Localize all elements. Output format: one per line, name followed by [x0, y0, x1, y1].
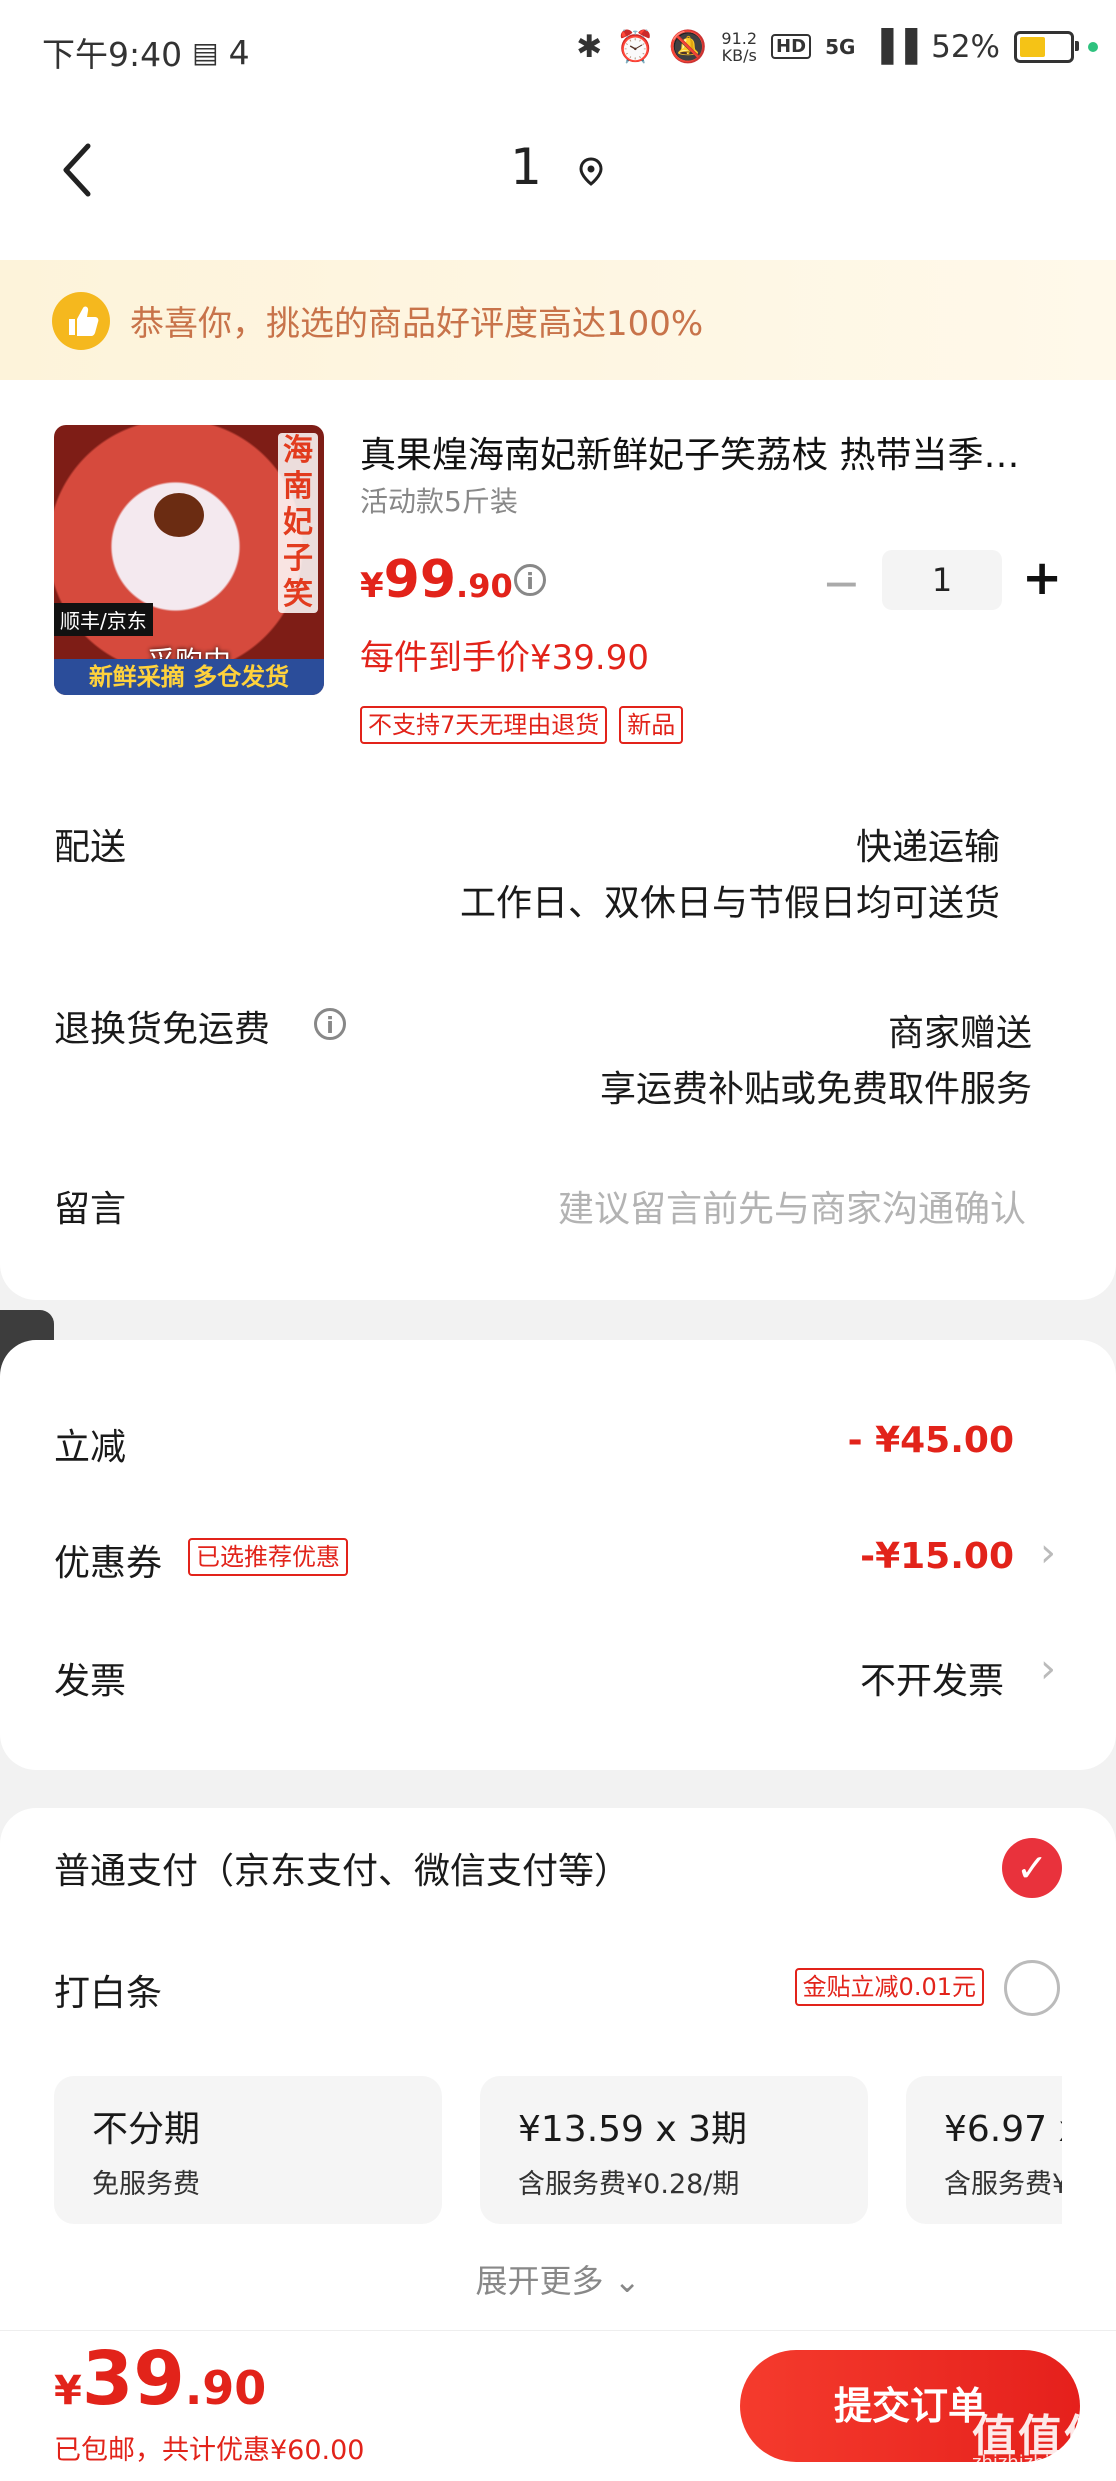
tag-new: 新品 — [619, 706, 684, 744]
expand-more-button[interactable]: 展开更多 ⌄ — [0, 2256, 1116, 2302]
option-sub: 含服务费¥0.28/期 — [518, 2169, 740, 2200]
lychee-seed — [154, 493, 204, 537]
installment-options: 不分期 免服务费 ¥13.59 x 3期 含服务费¥0.28/期 ¥6.97 x… — [54, 2076, 1062, 2224]
savings-note: 已包邮，共计优惠¥60.00 — [54, 2428, 364, 2467]
option-title: ¥13.59 x 3期 — [518, 2109, 748, 2150]
normal-pay-label[interactable]: 普通支付（京东支付、微信支付等） — [54, 1842, 630, 1894]
savings-amount: 共计优惠¥60.00 — [162, 2435, 365, 2466]
battery-text: 52% — [931, 28, 1000, 65]
checkmark-icon[interactable]: ✓ — [1002, 1838, 1062, 1898]
image-side-text: 海南妃子笑 — [278, 433, 318, 613]
return-label: 退换货免运费 — [54, 1009, 271, 1050]
delivery-label: 配送 — [54, 827, 127, 868]
product-price: ¥99.90 — [360, 550, 513, 610]
shipping-note: 已包邮， — [54, 2435, 162, 2466]
quantity-field[interactable]: 1 — [882, 550, 1002, 610]
total-integer: 39 — [81, 2336, 185, 2422]
alarm-icon: ⏰ — [616, 29, 655, 65]
option-title: 不分期 — [92, 2109, 201, 2150]
invoice-chevron-icon[interactable]: › — [1040, 1646, 1056, 1692]
battery-fill — [1020, 36, 1045, 57]
location-pin-icon — [579, 156, 603, 186]
network-label: 5G — [825, 34, 856, 59]
watermark-url: zhizhizhi.com — [972, 2452, 1094, 2473]
expand-more-label: 展开更多 — [475, 2262, 604, 2300]
notif-count: 4 — [228, 32, 250, 72]
image-shipping-tag: 顺丰/京东 — [54, 603, 153, 636]
product-image[interactable]: 海南妃子笑 顺丰/京东 采购中 新鲜采摘 多仓发货 — [54, 425, 324, 695]
baitiao-radio[interactable] — [1004, 1960, 1060, 2016]
status-left: 下午9:40 ▤ 4 — [42, 28, 250, 76]
address-selector[interactable]: 1 — [0, 138, 1116, 196]
status-right: ✱ ⏰ 🔕 91.2 KB/s HD 5G ▐▐ 52% — [576, 28, 1098, 65]
signal-icon: ▐▐ — [869, 28, 918, 65]
privacy-dot-icon — [1088, 41, 1098, 52]
chevron-down-icon: ⌄ — [613, 2262, 641, 2300]
delivery-method[interactable]: 快递运输 — [856, 818, 1000, 870]
instant-discount-value: - ¥45.00 — [847, 1420, 1014, 1461]
price-symbol: ¥ — [360, 566, 384, 606]
total-symbol: ¥ — [54, 2368, 82, 2414]
coupon-tag: 已选推荐优惠 — [188, 1538, 348, 1576]
option-sub: 含服务费¥0.21/期 — [944, 2169, 1062, 2200]
invoice-label: 发票 — [54, 1661, 127, 1702]
product-spec: 活动款5斤装 — [360, 485, 518, 518]
status-time: 下午9:40 — [42, 35, 183, 74]
increase-button[interactable]: + — [1022, 552, 1062, 604]
image-bar: 新鲜采摘 多仓发货 — [54, 659, 324, 695]
battery-icon — [1014, 30, 1079, 63]
invoice-value[interactable]: 不开发票 — [860, 1652, 1004, 1704]
address-text: 1 — [510, 138, 542, 196]
net-speed-unit: KB/s — [721, 45, 757, 65]
baitiao-tag: 金贴立减0.01元 — [794, 1968, 984, 2006]
total-price: ¥39.90 — [54, 2336, 266, 2422]
decrease-button[interactable]: − — [822, 560, 861, 606]
tag-no-return: 不支持7天无理由退货 — [360, 706, 608, 744]
message-input[interactable]: 建议留言前先与商家沟通确认 — [558, 1180, 1026, 1232]
price-decimal: .90 — [456, 567, 513, 605]
coupon-value[interactable]: -¥15.00 — [860, 1536, 1014, 1577]
return-info-icon[interactable]: i — [314, 1008, 346, 1040]
installment-option[interactable]: 不分期 免服务费 — [54, 2076, 442, 2224]
total-decimal: .90 — [184, 2361, 267, 2415]
baitiao-label[interactable]: 打白条 — [54, 1964, 162, 2016]
return-value: 商家赠送 — [887, 1013, 1032, 1054]
per-item-price: 每件到手价¥39.90 — [360, 638, 649, 678]
coupon-chevron-icon[interactable]: › — [1040, 1530, 1056, 1576]
net-speed: 91.2 KB/s — [721, 30, 757, 64]
product-title[interactable]: 真果煌海南妃新鲜妃子笑荔枝 热带当季水果 — [360, 426, 1040, 478]
option-title: ¥6.97 x 6期 — [944, 2109, 1062, 2150]
option-sub: 免服务费 — [92, 2169, 200, 2200]
price-integer: 99 — [383, 550, 457, 610]
return-note: 享运费补贴或免费取件服务 — [599, 1069, 1032, 1110]
banner-text: 恭喜你，挑选的商品好评度高达100% — [130, 304, 704, 344]
bluetooth-icon: ✱ — [576, 28, 603, 65]
instant-discount-label: 立减 — [54, 1427, 127, 1468]
installment-option[interactable]: ¥13.59 x 3期 含服务费¥0.28/期 — [480, 2076, 868, 2224]
hd-icon: HD — [771, 34, 812, 59]
coupon-label: 优惠券 — [54, 1543, 163, 1584]
thumbs-up-icon — [52, 292, 110, 350]
message-label: 留言 — [54, 1189, 127, 1230]
mute-icon: 🔕 — [668, 29, 708, 65]
message-icon: ▤ — [192, 35, 219, 69]
installment-option[interactable]: ¥6.97 x 6期 含服务费¥0.21/期 — [906, 2076, 1062, 2224]
product-tags: 不支持7天无理由退货 新品 — [360, 706, 684, 744]
delivery-note: 工作日、双休日与节假日均可送货 — [459, 883, 1000, 924]
price-info-icon[interactable]: i — [514, 564, 546, 596]
